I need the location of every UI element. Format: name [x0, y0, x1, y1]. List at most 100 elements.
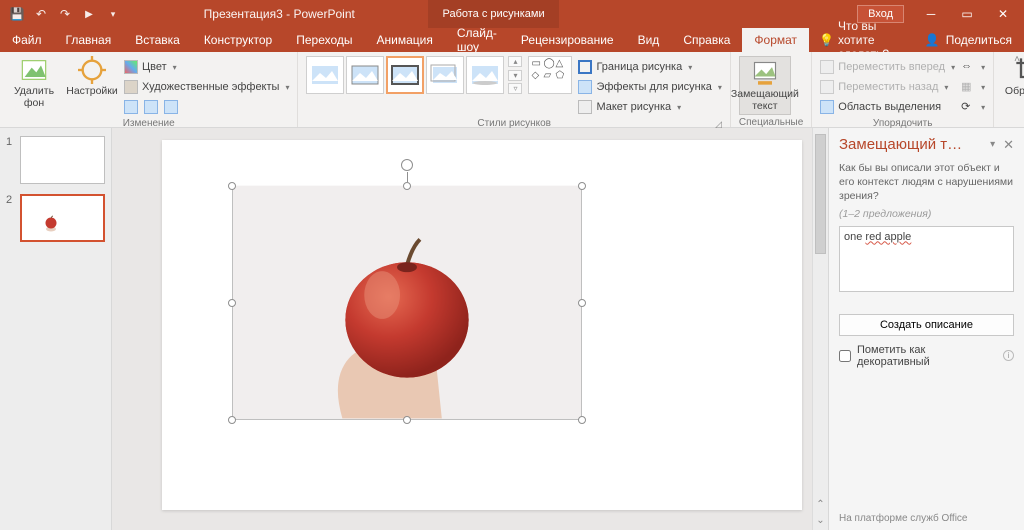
remove-background-button[interactable]: Удалить фон [8, 56, 60, 109]
tab-animations[interactable]: Анимация [365, 28, 445, 52]
gallery-more[interactable]: ▴▾▿ [508, 56, 522, 94]
corrections-label: Настройки [66, 86, 118, 98]
align-button[interactable]: ⇔▾ [961, 58, 985, 76]
picture-selection[interactable] [232, 186, 582, 420]
close-button[interactable]: ✕ [986, 0, 1020, 28]
picture-effects-button[interactable]: Эффекты для рисунка▾ [578, 78, 721, 96]
prev-slide-icon[interactable]: ⌃ [813, 499, 828, 510]
pane-dropdown-icon[interactable]: ▾ [990, 139, 995, 150]
tab-insert[interactable]: Вставка [123, 28, 192, 52]
change-picture-icon[interactable] [144, 100, 158, 114]
effects-icon [578, 80, 592, 94]
reset-picture-icon[interactable] [164, 100, 178, 114]
resize-handle[interactable] [228, 416, 236, 424]
tab-design[interactable]: Конструктор [192, 28, 284, 52]
vertical-scrollbar[interactable]: ⌃ ⌄ [812, 128, 828, 530]
style-thumb[interactable] [346, 56, 384, 94]
info-icon[interactable]: i [1003, 350, 1014, 361]
tab-format[interactable]: Формат [742, 28, 809, 52]
selection-pane-button[interactable]: Область выделения [820, 98, 955, 116]
start-from-beginning-icon[interactable]: ▶ [80, 5, 98, 23]
rotate-icon: ⟳ [961, 100, 975, 114]
layout-icon [578, 100, 592, 114]
mark-decorative-checkbox[interactable]: Пометить как декоративный i [839, 344, 1014, 368]
style-thumb[interactable] [426, 56, 464, 94]
layout-label: Макет рисунка [596, 101, 671, 113]
tab-review[interactable]: Рецензирование [509, 28, 626, 52]
next-slide-icon[interactable]: ⌄ [813, 515, 828, 526]
styles-gallery[interactable]: ▴▾▿ [306, 56, 522, 94]
generate-description-button[interactable]: Создать описание [839, 314, 1014, 336]
share-label: Поделиться [946, 33, 1012, 47]
shape-presets[interactable]: ▭◯△◇▱⬠ [528, 56, 572, 94]
alt-text-value-error: red apple [865, 231, 911, 243]
resize-handle[interactable] [228, 299, 236, 307]
crop-label: Обрезать [1005, 86, 1024, 98]
rotate-handle[interactable] [401, 159, 413, 171]
minimize-button[interactable]: ─ [914, 0, 948, 28]
group-adjust: Удалить фон Настройки Цвет▾ Художественн… [0, 52, 298, 127]
artistic-label: Художественные эффекты [142, 81, 279, 93]
color-button[interactable]: Цвет▾ [124, 58, 289, 76]
collapse-ribbon-icon[interactable]: ˄ [1014, 54, 1020, 65]
alt-text-button[interactable]: Замещающий текст [739, 56, 791, 115]
selection-pane-label: Область выделения [838, 101, 941, 113]
resize-handle[interactable] [578, 182, 586, 190]
apple-thumb-icon [40, 214, 62, 232]
style-thumb[interactable] [306, 56, 344, 94]
resize-handle[interactable] [228, 182, 236, 190]
bring-forward-button[interactable]: Переместить вперед▾ [820, 58, 955, 76]
tab-slideshow[interactable]: Слайд-шоу [445, 28, 509, 52]
pane-hint: (1–2 предложения) [839, 208, 1014, 220]
resize-handle[interactable] [403, 416, 411, 424]
alt-text-input[interactable]: one red apple [839, 226, 1014, 292]
slide-editor[interactable]: ⌃ ⌄ [112, 128, 828, 530]
decorative-checkbox-input[interactable] [839, 350, 851, 362]
resize-handle[interactable] [578, 299, 586, 307]
pane-description: Как бы вы описали этот объект и его конт… [839, 161, 1014, 204]
quick-access-toolbar: 💾 ↶ ↷ ▶ ▾ [0, 5, 130, 23]
tab-transitions[interactable]: Переходы [284, 28, 364, 52]
selection-pane-icon [820, 100, 834, 114]
artistic-effects-button[interactable]: Художественные эффекты▾ [124, 78, 289, 96]
person-icon: 👤 [925, 33, 940, 47]
resize-handle[interactable] [403, 182, 411, 190]
share-button[interactable]: 👤 Поделиться [913, 28, 1024, 52]
slide-thumb-2[interactable]: 2 [6, 194, 105, 242]
group-label-size: Размер◿ [1002, 111, 1024, 127]
scrollbar-thumb[interactable] [815, 134, 826, 254]
slide-canvas[interactable] [162, 140, 802, 510]
picture-border-button[interactable]: Граница рисунка▾ [578, 58, 721, 76]
qat-more-icon[interactable]: ▾ [104, 5, 122, 23]
tab-view[interactable]: Вид [626, 28, 672, 52]
resize-handle[interactable] [578, 416, 586, 424]
crop-button[interactable]: Обрезать [1002, 56, 1024, 98]
alt-text-icon [751, 59, 779, 87]
corrections-button[interactable]: Настройки [66, 56, 118, 98]
picture-layout-button[interactable]: Макет рисунка▾ [578, 98, 721, 116]
group-objects-button[interactable]: ▦▾ [961, 78, 985, 96]
maximize-button[interactable]: ▭ [950, 0, 984, 28]
compress-pictures-icon[interactable] [124, 100, 138, 114]
slide-thumbnails: 1 2 [0, 128, 112, 530]
tell-me-box[interactable]: 💡 Что вы хотите сделать? [809, 28, 913, 52]
tab-home[interactable]: Главная [54, 28, 124, 52]
slide-thumb-1[interactable]: 1 [6, 136, 105, 184]
remove-bg-icon [20, 56, 48, 84]
rotate-button[interactable]: ⟳▾ [961, 98, 985, 116]
send-backward-button[interactable]: Переместить назад▾ [820, 78, 955, 96]
artistic-icon [124, 80, 138, 94]
undo-icon[interactable]: ↶ [32, 5, 50, 23]
redo-icon[interactable]: ↷ [56, 5, 74, 23]
alt-text-value-plain: one [844, 231, 865, 243]
save-icon[interactable]: 💾 [8, 5, 26, 23]
pane-title-label: Замещающий т… [839, 136, 962, 153]
effects-label: Эффекты для рисунка [596, 81, 711, 93]
tab-file[interactable]: Файл [0, 28, 54, 52]
style-thumb[interactable] [466, 56, 504, 94]
tab-help[interactable]: Справка [671, 28, 742, 52]
color-swatch-icon [124, 60, 138, 74]
pane-close-icon[interactable]: ✕ [1003, 137, 1014, 153]
style-thumb-selected[interactable] [386, 56, 424, 94]
compress-reset-row[interactable] [124, 98, 289, 116]
